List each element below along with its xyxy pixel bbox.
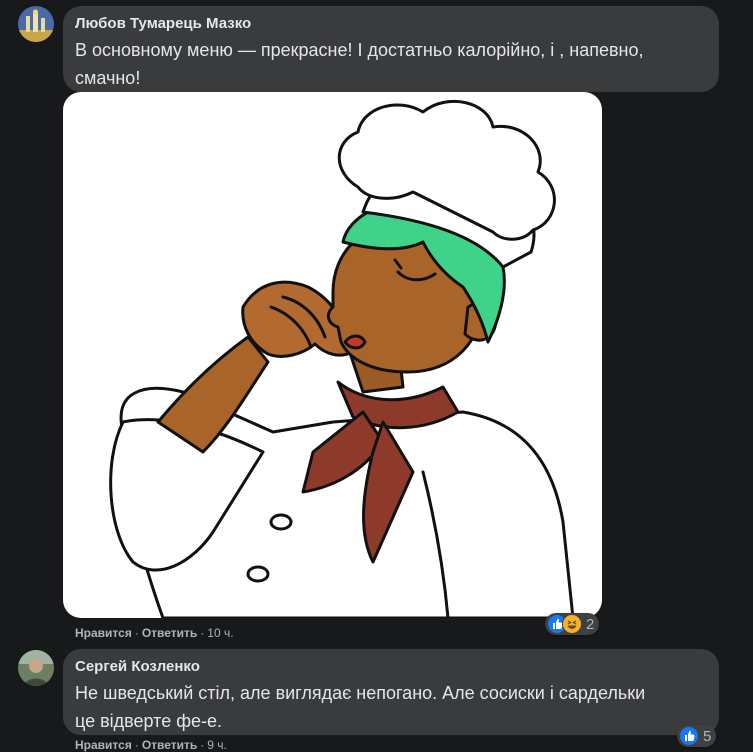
haha-icon <box>562 614 582 634</box>
chef-kiss-sticker[interactable] <box>63 92 602 618</box>
comment-text: В основному меню — прекрасне! І достатнь… <box>75 40 644 60</box>
comment-author-name[interactable]: Сергей Козленко <box>75 657 707 676</box>
like-icon <box>679 726 699 746</box>
like-link[interactable]: Нравится <box>75 626 132 640</box>
reaction-count: 2 <box>586 615 595 633</box>
comment-time[interactable]: 10 ч. <box>207 626 233 640</box>
reply-link[interactable]: Ответить <box>142 626 197 640</box>
comment-author-avatar[interactable] <box>18 6 54 42</box>
comment-author-avatar[interactable] <box>18 650 54 686</box>
comment-text: Не шведський стіл, але виглядає непогано… <box>75 683 646 703</box>
comment-text-cont: смачно! <box>75 68 141 88</box>
comment-bubble: Сергей Козленко Не шведський стіл, але в… <box>63 649 719 735</box>
comment-actions: Нравится · Ответить · 10 ч. <box>75 626 234 640</box>
reaction-summary[interactable]: 5 <box>677 725 717 747</box>
comment-text-cont: це відверте фе-е. <box>75 711 223 731</box>
comment-bubble: Любов Тумарець Мазко В основному меню — … <box>63 6 719 92</box>
reaction-count: 5 <box>703 727 712 745</box>
reaction-summary[interactable]: 2 <box>545 613 600 635</box>
comment-author-name[interactable]: Любов Тумарець Мазко <box>75 14 707 33</box>
